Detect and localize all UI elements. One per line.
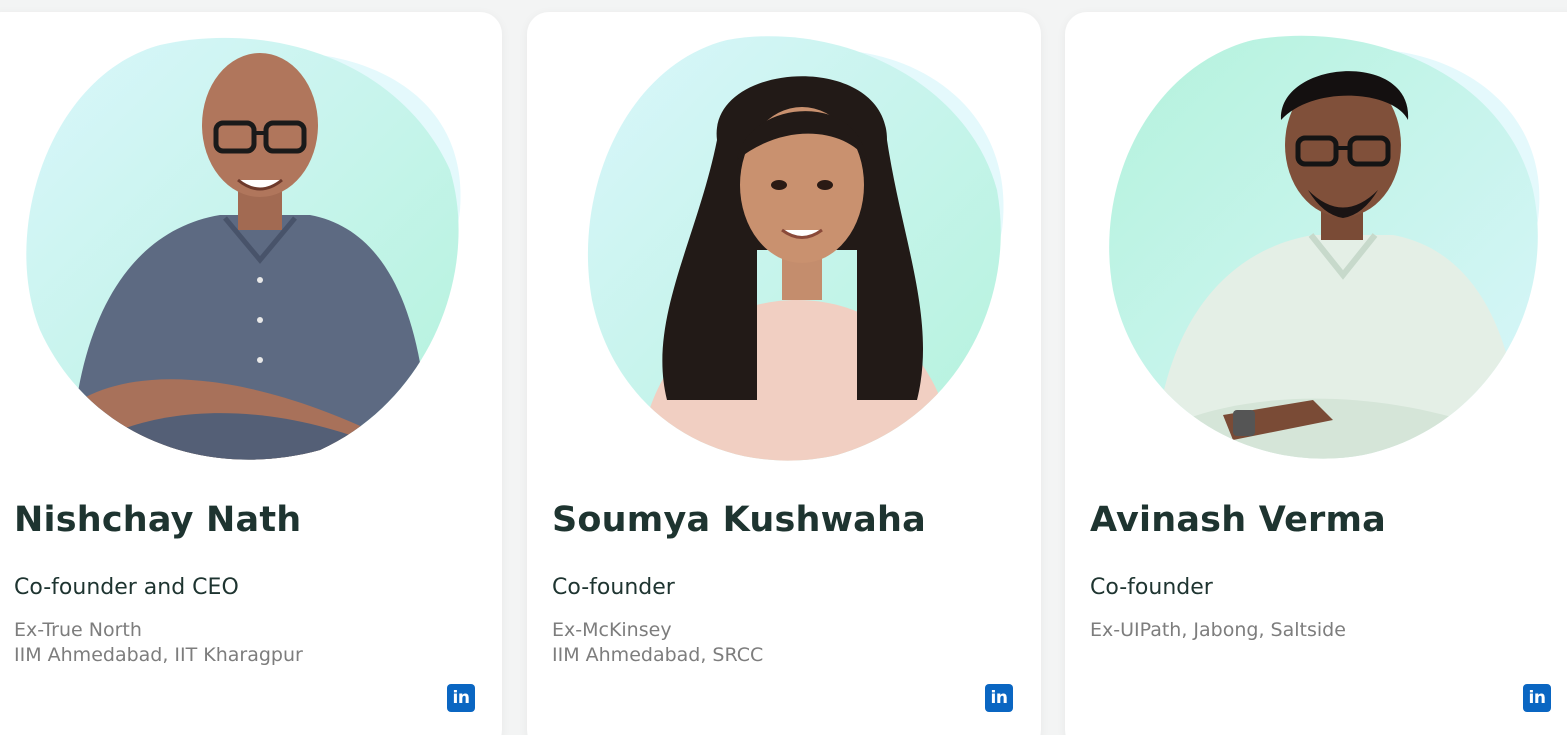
member-background-line: IIM Ahmedabad, IIT Kharagpur bbox=[14, 644, 303, 666]
member-role: Co-founder bbox=[552, 575, 675, 600]
linkedin-icon[interactable]: in bbox=[447, 684, 475, 712]
member-name: Avinash Verma bbox=[1090, 500, 1386, 540]
portrait-illustration bbox=[1109, 35, 1540, 459]
team-card-nishchay-nath: Nishchay Nath Co-founder and CEO Ex-True… bbox=[0, 12, 502, 735]
linkedin-icon[interactable]: in bbox=[1523, 684, 1551, 712]
member-background-line: Ex-UIPath, Jabong, Saltside bbox=[1090, 619, 1346, 641]
team-card-avinash-verma: Avinash Verma Co-founder Ex-UIPath, Jabo… bbox=[1065, 12, 1567, 735]
team-card-soumya-kushwaha: Soumya Kushwaha Co-founder Ex-McKinsey I… bbox=[527, 12, 1041, 735]
linkedin-icon[interactable]: in bbox=[985, 684, 1013, 712]
portrait-photo bbox=[557, 20, 1017, 470]
portrait-illustration bbox=[587, 36, 1004, 461]
member-role: Co-founder and CEO bbox=[14, 575, 239, 600]
member-background-line: IIM Ahmedabad, SRCC bbox=[552, 644, 764, 666]
member-background-line: Ex-True North bbox=[14, 619, 142, 641]
member-background-line: Ex-McKinsey bbox=[552, 619, 672, 641]
portrait-photo bbox=[10, 20, 470, 470]
team-section: Nishchay Nath Co-founder and CEO Ex-True… bbox=[0, 0, 1567, 735]
portrait-photo bbox=[1093, 20, 1553, 470]
member-role: Co-founder bbox=[1090, 575, 1213, 600]
member-name: Nishchay Nath bbox=[14, 500, 302, 540]
member-name: Soumya Kushwaha bbox=[552, 500, 926, 540]
portrait-illustration bbox=[26, 37, 461, 460]
